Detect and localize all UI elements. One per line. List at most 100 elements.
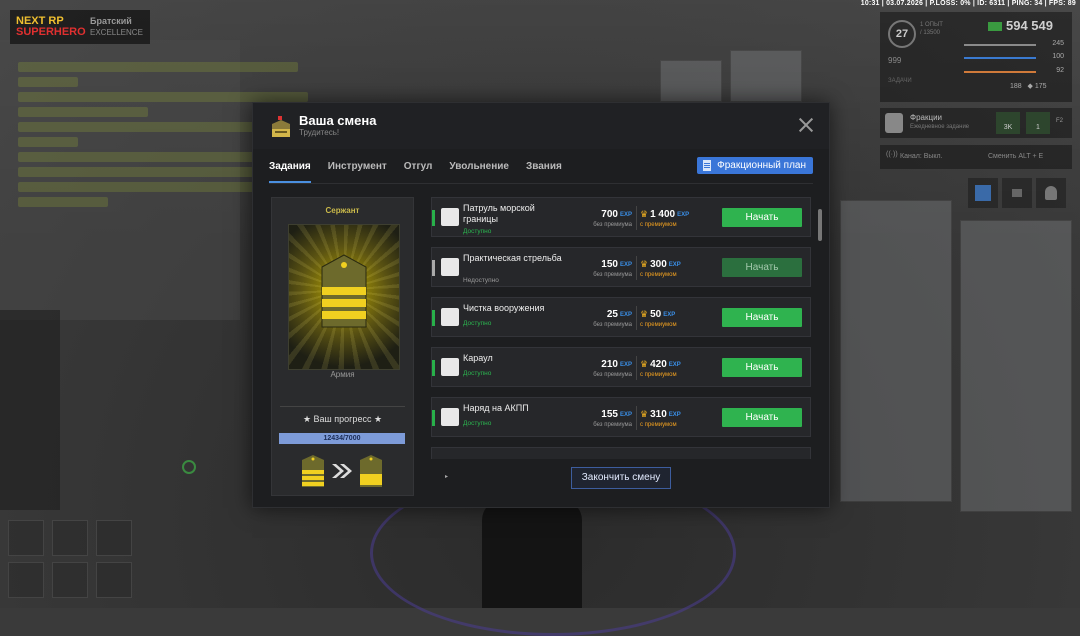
inventory-slot[interactable] [52,562,88,598]
start-task-button[interactable]: Начать [722,408,802,427]
chat-line [18,182,258,192]
military-cap-icon [272,116,290,137]
faction-subtitle: Ежедневное задание [910,124,970,130]
faction-badge-icon [885,113,903,133]
task-icon [441,358,459,376]
voice-channel[interactable]: ((·)) Канал: Выкл. Сменить ALT + E [880,145,1072,169]
notification-bell-icon[interactable] [1036,178,1066,208]
logo-brand: NEXT RP SUPERHERO [10,16,90,38]
task-status: Доступно [463,370,492,377]
ammo-value: 188 [1010,83,1022,90]
tab-resignation[interactable]: Увольнение [449,161,509,183]
task-status: Доступно [463,420,492,427]
modal-title: Ваша смена [299,113,377,128]
start-task-button[interactable]: Начать [722,258,802,277]
crown-icon: ♛ [640,409,649,419]
finish-shift-button[interactable]: Закончить смену [571,467,671,489]
ammo-stat: 188 ◆ 175 [1010,82,1047,90]
modal-header: Ваша смена Трудитесь! [253,103,829,149]
level-exp-current: 1 ОПЫТ [920,22,943,28]
start-task-button[interactable]: Начать [722,308,802,327]
rank-divider [280,406,405,407]
chat-line [18,107,148,117]
inventory-slot[interactable] [8,562,44,598]
no-premium-label: без премиума [593,272,632,278]
no-premium-label: без премиума [593,422,632,428]
start-task-button[interactable]: Начать [722,358,802,377]
task-exp: 150 EXP [572,259,632,270]
shift-modal: Ваша смена Трудитесь! Задания Инструмент… [252,102,830,508]
task-row: Чистка вооружения Доступно 25 EXP без премиу… [431,297,811,337]
server-logo: NEXT RP SUPERHERO Братский EXCELLENCE [10,10,150,44]
task-exp-premium: ♛ 310 EXP [640,409,681,420]
chat-line [18,137,78,147]
level-exp-total: / 13500 [920,30,941,36]
extra-value: 175 [1034,83,1047,90]
exp-unit: EXP [668,362,681,368]
tab-tools[interactable]: Инструмент [328,161,387,183]
food-value: 92 [1056,67,1064,74]
exp-unit: EXP [668,262,681,268]
sergeant-shoulder-strap-icon [321,254,367,328]
task-exp-premium-value: 50 [650,309,662,320]
inventory-slot[interactable] [96,562,132,598]
player-hud: 27 1 ОПЫТ / 13500 594 549 245 100 92 999… [880,12,1072,102]
faction-hotkey: F2 [1056,118,1064,124]
rank-card [288,224,400,370]
task-list-scrollbar[interactable] [818,209,822,241]
inventory-slot[interactable] [8,520,44,556]
premium-label: с премиумом [640,272,677,278]
scene-locker [840,200,952,502]
task-list: Патруль морской границы Доступно 700 EXP без… [431,197,812,459]
calendar-icon[interactable] [968,178,998,208]
task-name: Практическая стрельба [463,253,562,263]
tab-day-off[interactable]: Отгул [404,161,433,183]
modal-subtitle: Трудитесь! [299,128,340,137]
task-status: Доступно [463,228,492,235]
task-exp-value: 700 [601,209,618,220]
inventory-slot[interactable] [96,520,132,556]
task-exp-premium: ♛ 1 400 EXP [640,209,689,220]
document-icon [703,160,712,171]
menu-icon[interactable] [1002,178,1032,208]
task-icon [441,258,459,276]
heart-icon: ЗАДАЧИ [888,78,912,84]
armor-bar [964,57,1036,59]
task-row: Патруль морской границы Доступно 700 EXP без… [431,197,811,237]
task-status: Доступно [463,320,492,327]
chat-line [18,122,258,132]
premium-label: с премиумом [640,372,677,378]
chat-line [18,77,78,87]
map-marker-icon [182,460,196,474]
food-bar [964,71,1036,73]
tab-ranks[interactable]: Звания [526,161,562,183]
faction-plan-button[interactable]: Фракционный план [697,157,813,174]
channel-label: Канал: Выкл. [900,153,943,160]
server-name: Братский EXCELLENCE [90,16,143,38]
task-exp-premium-value: 310 [650,409,667,420]
task-row: Наряд на АКПП Доступно 155 EXP без премиума ♛… [431,397,811,437]
scene-locker [660,60,722,102]
tab-tasks[interactable]: Задания [269,161,311,183]
armor-stat: 100 [964,53,1064,63]
exp-unit: EXP [663,312,676,318]
faction-plan-label: Фракционный план [717,160,806,171]
shield-icon: ◆ [1027,83,1033,90]
no-premium-label: без премиума [593,222,632,228]
task-exp-premium-value: 1 400 [650,209,676,220]
player-character [482,500,582,608]
faction-widget[interactable]: Фракции Ежедневное задание 3K 1 F2 [880,108,1072,138]
task-exp-value: 155 [601,409,618,420]
task-exp: 155 EXP [572,409,632,420]
health-stat: 245 [964,40,1064,50]
premium-label: с премиумом [640,222,677,228]
no-premium-label: без премиума [593,372,632,378]
rank-upgrade-icon [302,455,382,487]
exp-unit: EXP [619,212,632,218]
channel-hint: Сменить ALT + E [988,153,1044,160]
close-icon[interactable] [797,116,815,134]
inventory-slot[interactable] [52,520,88,556]
start-task-button[interactable]: Начать [722,208,802,227]
task-exp-value: 25 [606,309,618,320]
task-status: Недоступно [463,277,499,284]
